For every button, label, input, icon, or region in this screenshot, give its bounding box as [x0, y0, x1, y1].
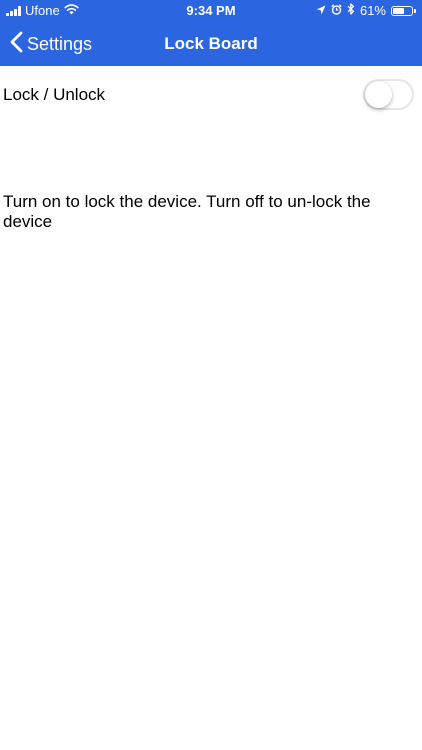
lock-toggle[interactable] — [363, 79, 414, 110]
battery-fill — [393, 8, 404, 14]
status-bar: Ufone 9:34 PM 61% — [0, 0, 422, 22]
battery-icon — [391, 6, 416, 16]
battery-body — [391, 6, 413, 16]
back-button-label: Settings — [27, 33, 93, 54]
battery-percent: 61% — [359, 3, 386, 18]
navigation-bar: Settings Lock Board — [0, 22, 422, 66]
lock-setting-label: Lock / Unlock — [3, 85, 106, 104]
battery-cap — [414, 9, 416, 13]
lock-description: Turn on to lock the device. Turn off to … — [3, 192, 371, 231]
toggle-knob — [365, 81, 392, 108]
status-right: 61% — [316, 0, 416, 22]
location-arrow-icon — [316, 0, 326, 22]
chevron-left-icon — [10, 31, 23, 58]
alarm-icon — [331, 0, 342, 22]
lock-setting-row: Lock / Unlock — [0, 70, 422, 120]
bluetooth-icon — [347, 0, 355, 22]
app-header: Ufone 9:34 PM 61% Settings Lock Board — [0, 0, 422, 66]
back-button[interactable]: Settings — [10, 22, 92, 66]
